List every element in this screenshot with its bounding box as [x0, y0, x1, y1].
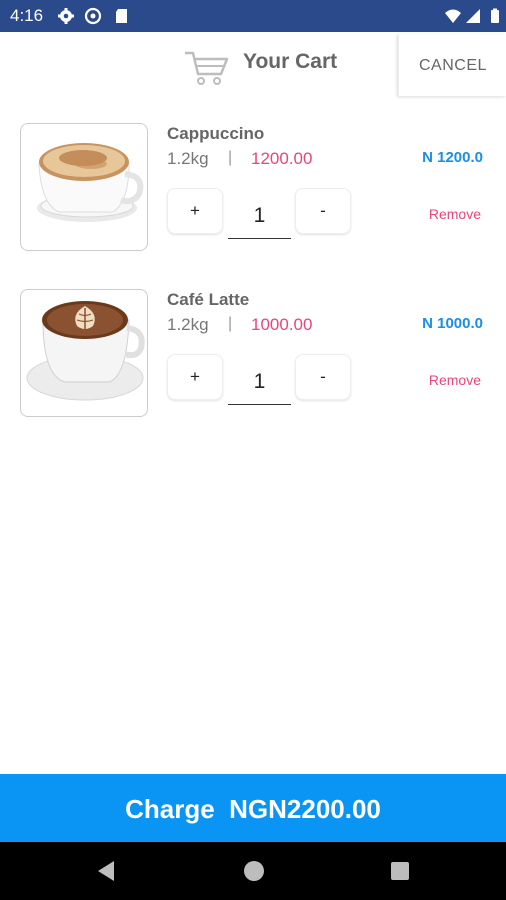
status-time: 4:16: [10, 6, 44, 25]
item-weight: 1.2kg: [167, 315, 209, 334]
decrease-quantity-button[interactable]: -: [295, 188, 351, 234]
item-total: N 1200.0: [422, 149, 483, 166]
decrease-quantity-button[interactable]: -: [295, 354, 351, 400]
increase-quantity-button[interactable]: +: [167, 354, 223, 400]
item-separator: |: [228, 315, 233, 332]
data-saver-icon: [84, 7, 102, 25]
quantity-value: 1: [228, 201, 291, 239]
battery-icon: [491, 8, 499, 23]
quantity-value: 1: [228, 367, 291, 405]
item-name: Cappuccino: [167, 124, 265, 143]
shopping-cart-icon: [185, 51, 229, 85]
charge-button[interactable]: Charge NGN2200.00: [0, 774, 506, 842]
cart-item: Café Latte 1.2kg | 1000.00 N 1000.0 + 1 …: [0, 289, 506, 424]
item-weight: 1.2kg: [167, 149, 209, 168]
back-icon[interactable]: [96, 859, 116, 883]
increase-quantity-button[interactable]: +: [167, 188, 223, 234]
signal-icon: [466, 9, 480, 23]
item-name: Café Latte: [167, 290, 250, 309]
gear-icon: [58, 8, 74, 24]
cafe-latte-image: [20, 289, 148, 417]
cappuccino-image: [20, 123, 148, 251]
cancel-label: CANCEL: [419, 57, 487, 74]
page-title: Your Cart: [243, 50, 338, 73]
recents-icon[interactable]: [391, 862, 409, 880]
remove-button[interactable]: Remove: [429, 206, 481, 222]
status-bar: 4:16: [0, 0, 506, 32]
cart-item: Cappuccino 1.2kg | 1200.00 N 1200.0 + 1 …: [0, 123, 506, 258]
item-price: 1000.00: [251, 315, 313, 334]
item-total: N 1000.0: [422, 315, 483, 332]
cancel-button[interactable]: CANCEL: [398, 34, 506, 96]
home-icon[interactable]: [244, 861, 264, 881]
wifi-icon: [445, 9, 461, 23]
sd-card-icon: [116, 9, 127, 23]
remove-button[interactable]: Remove: [429, 372, 481, 388]
navigation-bar: [0, 842, 506, 900]
charge-label: Charge NGN2200.00: [125, 794, 381, 824]
item-price: 1200.00: [251, 149, 313, 168]
item-separator: |: [228, 149, 233, 166]
